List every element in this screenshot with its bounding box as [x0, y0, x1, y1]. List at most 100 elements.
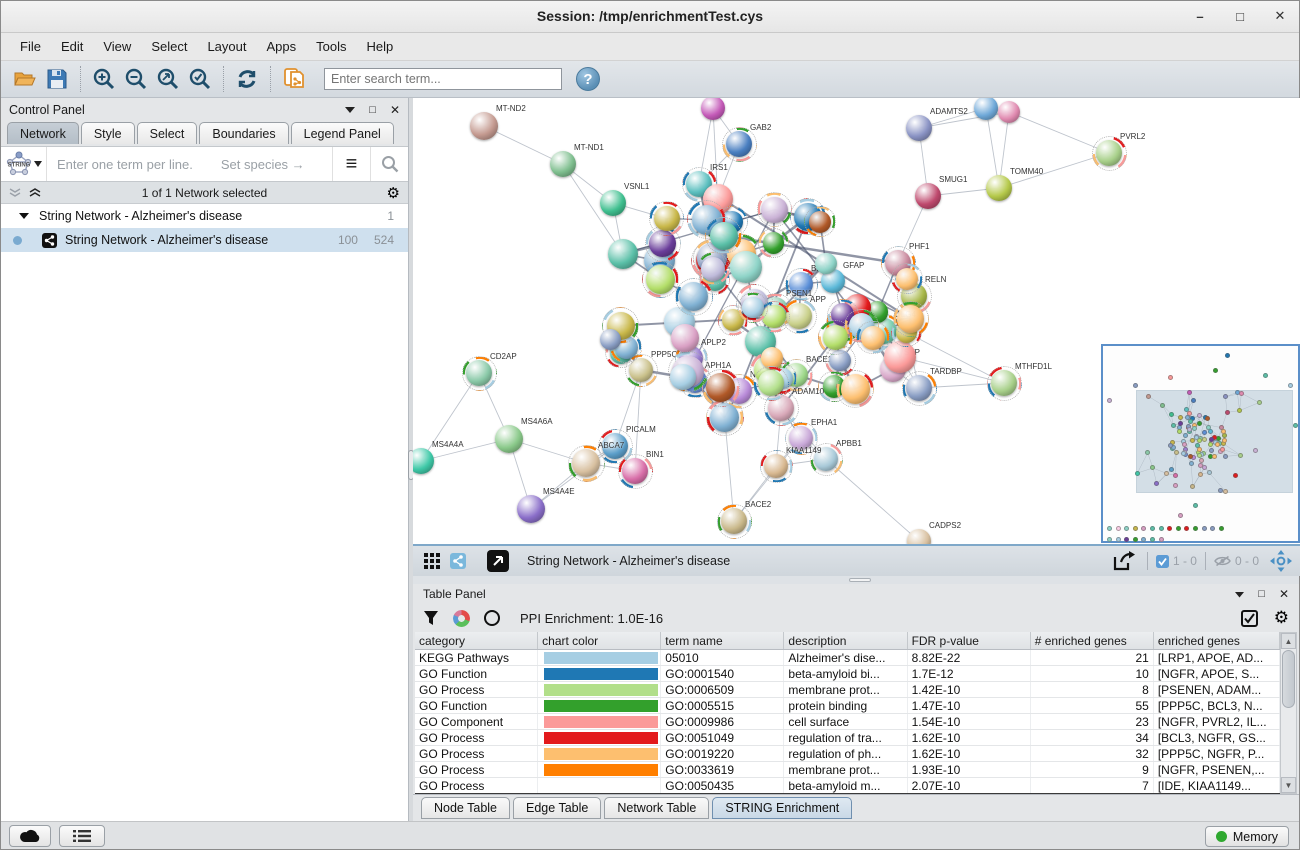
- network-node[interactable]: [815, 253, 837, 275]
- column-header---enriched-genes[interactable]: # enriched genes: [1031, 632, 1154, 649]
- table-row[interactable]: GO ProcessGO:0051049regulation of tra...…: [415, 730, 1280, 746]
- network-node[interactable]: [710, 222, 738, 250]
- donut-chart-icon[interactable]: [484, 610, 500, 626]
- tab-node-table[interactable]: Node Table: [421, 797, 510, 819]
- table-row[interactable]: GO ProcessGO:0006509membrane prot...1.42…: [415, 682, 1280, 698]
- network-node[interactable]: [701, 257, 725, 281]
- panel-float-icon[interactable]: □: [369, 104, 376, 116]
- table-row[interactable]: GO ProcessGO:0033619membrane prot...1.93…: [415, 762, 1280, 778]
- column-header-FDR-p-value[interactable]: FDR p-value: [908, 632, 1031, 649]
- tree-expand-icon[interactable]: [19, 212, 29, 220]
- network-node[interactable]: [730, 251, 762, 283]
- task-history-button[interactable]: [59, 825, 105, 847]
- network-node[interactable]: [742, 297, 763, 318]
- memory-button[interactable]: Memory: [1205, 826, 1289, 847]
- network-node[interactable]: [671, 324, 699, 352]
- string-protein-query-dropdown[interactable]: STRING: [1, 147, 47, 181]
- zoom-selected-button[interactable]: [184, 64, 216, 94]
- network-row[interactable]: String Network - Alzheimer's disease 100…: [1, 228, 408, 252]
- tab-string-enrichment[interactable]: STRING Enrichment: [712, 797, 852, 819]
- tab-network[interactable]: Network: [7, 122, 79, 144]
- save-session-button[interactable]: [41, 64, 73, 94]
- network-node-abca7[interactable]: [572, 449, 600, 477]
- zoom-in-button[interactable]: [88, 64, 120, 94]
- network-node-bace2[interactable]: [721, 508, 747, 534]
- network-node-ms4a4e[interactable]: [517, 495, 545, 523]
- network-node-tardbp[interactable]: [906, 375, 932, 401]
- export-network-button[interactable]: [1109, 546, 1139, 576]
- maximize-button[interactable]: □: [1231, 7, 1249, 25]
- column-header-enriched-genes[interactable]: enriched genes: [1154, 632, 1280, 649]
- column-header-term-name[interactable]: term name: [661, 632, 784, 649]
- network-node-vsnl1[interactable]: [600, 190, 626, 216]
- table-row[interactable]: KEGG Pathways05010Alzheimer's dise...8.8…: [415, 650, 1280, 666]
- close-button[interactable]: ✕: [1271, 7, 1289, 25]
- network-node-mt-nd1[interactable]: [550, 151, 576, 177]
- tab-legend-panel[interactable]: Legend Panel: [291, 122, 394, 144]
- tab-select[interactable]: Select: [137, 122, 198, 144]
- network-node[interactable]: [763, 232, 785, 254]
- network-node[interactable]: [670, 364, 696, 390]
- string-search-button[interactable]: [370, 147, 408, 181]
- minimize-button[interactable]: –: [1191, 7, 1209, 25]
- scroll-up-button[interactable]: ▲: [1281, 633, 1296, 649]
- menu-help[interactable]: Help: [358, 35, 403, 58]
- network-collection-row[interactable]: String Network - Alzheimer's disease 1: [1, 204, 408, 228]
- network-node[interactable]: [897, 305, 924, 332]
- pie-chart-icon[interactable]: [453, 610, 470, 627]
- network-share-button[interactable]: [445, 546, 471, 576]
- network-node-pvrl2[interactable]: [1096, 140, 1122, 166]
- select-checkbox-icon[interactable]: [1241, 610, 1258, 627]
- panel-splitter-horizontal[interactable]: [413, 576, 1299, 584]
- tab-edge-table[interactable]: Edge Table: [513, 797, 601, 819]
- string-options-button[interactable]: ≡: [332, 147, 370, 181]
- network-edge[interactable]: [826, 459, 919, 541]
- network-node[interactable]: [646, 265, 675, 294]
- zoom-out-button[interactable]: [120, 64, 152, 94]
- table-row[interactable]: GO FunctionGO:0001540beta-amyloid bi...1…: [415, 666, 1280, 682]
- network-node[interactable]: [861, 326, 885, 350]
- network-node-cd2ap[interactable]: [466, 360, 492, 386]
- panel-float-icon[interactable]: □: [1258, 588, 1265, 600]
- open-session-button[interactable]: [9, 64, 41, 94]
- network-node-gab2[interactable]: [726, 131, 752, 157]
- clone-network-button[interactable]: [278, 64, 310, 94]
- network-node-smug1[interactable]: [915, 183, 941, 209]
- tab-network-table[interactable]: Network Table: [604, 797, 709, 819]
- search-input[interactable]: [324, 68, 562, 90]
- hidden-eye-icon[interactable]: [1214, 555, 1231, 567]
- table-scrollbar[interactable]: ▲ ▼: [1280, 632, 1297, 794]
- column-header-chart-color[interactable]: chart color: [538, 632, 661, 649]
- network-node[interactable]: [998, 101, 1020, 123]
- panel-close-icon[interactable]: ✕: [1279, 587, 1289, 601]
- table-row[interactable]: GO ComponentGO:0009986cell surface1.54E-…: [415, 714, 1280, 730]
- refresh-button[interactable]: [231, 64, 263, 94]
- network-node[interactable]: [896, 268, 918, 290]
- grid-view-button[interactable]: [419, 546, 445, 576]
- navigate-button[interactable]: [1267, 546, 1295, 576]
- network-node-mthfd1l[interactable]: [991, 370, 1017, 396]
- network-view[interactable]: MT-ND2MT-ND1VSNL1GAB2IRS1ADAMTS2SMUG1TOM…: [413, 98, 1300, 544]
- scrollbar-thumb[interactable]: [1282, 650, 1295, 708]
- column-header-description[interactable]: description: [784, 632, 907, 649]
- table-row[interactable]: GO ProcessGO:0050435beta-amyloid m...2.0…: [415, 778, 1280, 794]
- menu-tools[interactable]: Tools: [307, 35, 355, 58]
- tab-boundaries[interactable]: Boundaries: [199, 122, 288, 144]
- network-node-ms4a6a[interactable]: [495, 425, 523, 453]
- network-node-tomm40[interactable]: [986, 175, 1012, 201]
- network-node-adamts2[interactable]: [906, 115, 932, 141]
- tab-style[interactable]: Style: [81, 122, 135, 144]
- settings-gear-icon[interactable]: ⚙: [1274, 608, 1289, 628]
- filter-icon[interactable]: [423, 610, 439, 626]
- network-node-mt-nd2[interactable]: [470, 112, 498, 140]
- menu-apps[interactable]: Apps: [258, 35, 306, 58]
- network-node[interactable]: [608, 239, 638, 269]
- network-node[interactable]: [809, 211, 831, 233]
- splitter-handle[interactable]: [849, 578, 871, 582]
- birdseye-view[interactable]: [1101, 344, 1300, 543]
- panel-close-icon[interactable]: ✕: [390, 103, 400, 117]
- panel-menu-icon[interactable]: [1235, 591, 1244, 598]
- cloud-button[interactable]: [9, 825, 51, 847]
- network-node[interactable]: [841, 374, 870, 403]
- set-species-link[interactable]: Set species →: [193, 157, 305, 172]
